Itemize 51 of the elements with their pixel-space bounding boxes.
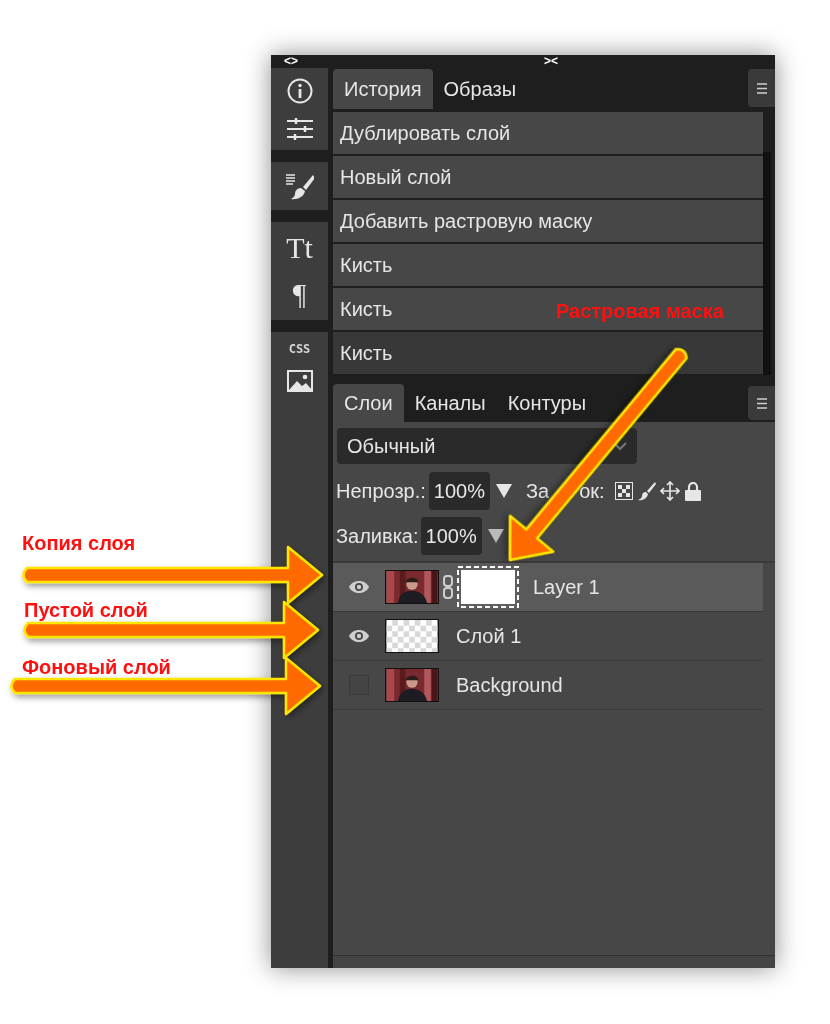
- image-icon[interactable]: [286, 370, 313, 392]
- link-icon[interactable]: [443, 575, 453, 599]
- layer-name: Слой 1: [456, 624, 522, 649]
- mask-thumbnail[interactable]: [457, 566, 519, 608]
- history-item[interactable]: Дублировать слой: [333, 112, 763, 154]
- collapse-toggle[interactable]: ><: [544, 55, 564, 67]
- info-icon[interactable]: [286, 78, 313, 104]
- tool-button[interactable]: ¶: [292, 278, 307, 310]
- annotation-label: Пустой слой: [24, 598, 148, 622]
- history-item[interactable]: Кисть: [333, 332, 763, 374]
- lock-label: За: [526, 479, 550, 504]
- collapse-toggle[interactable]: <>: [284, 55, 304, 67]
- layer-name: Layer 1: [533, 575, 600, 600]
- dropdown-triangle-icon[interactable]: [496, 484, 512, 498]
- annotation-label: Копия слоя: [22, 531, 136, 555]
- panel-tab[interactable]: Контуры: [496, 384, 598, 422]
- menu-icon: [756, 397, 767, 409]
- brush-icon[interactable]: [285, 172, 314, 200]
- annotation-label: Растровая маска: [556, 299, 724, 323]
- opacity-label: Непрозр.:: [336, 479, 426, 504]
- tool-button[interactable]: Tt: [286, 232, 313, 264]
- layer-row[interactable]: Layer 1: [333, 563, 763, 612]
- scrollbar-thumb[interactable]: [763, 152, 771, 375]
- lock-icon[interactable]: [684, 481, 701, 501]
- transparent-thumbnail: [385, 619, 439, 653]
- history-item[interactable]: Кисть: [333, 244, 763, 286]
- blend-mode-select[interactable]: Обычный: [337, 428, 637, 464]
- brush-icon[interactable]: [637, 481, 656, 501]
- lock-label: ок:: [579, 479, 605, 504]
- fill-label: Заливка:: [336, 524, 419, 549]
- eye-icon[interactable]: [348, 580, 370, 594]
- layer-name: Background: [456, 673, 563, 698]
- history-item[interactable]: Новый слой: [333, 156, 763, 198]
- panel-tab[interactable]: Образы: [432, 69, 528, 109]
- opacity-field[interactable]: 100%: [428, 472, 490, 510]
- panel-menu-button[interactable]: [748, 69, 775, 107]
- checkerboard-icon[interactable]: [614, 482, 633, 500]
- panel-menu-button[interactable]: [748, 386, 775, 420]
- panel-tab[interactable]: Каналы: [403, 384, 497, 422]
- history-item[interactable]: Добавить растровую маску: [333, 200, 763, 242]
- fill-field[interactable]: 100%: [420, 517, 482, 555]
- dropdown-triangle-icon[interactable]: [487, 529, 504, 543]
- annotation-label: Фоновый слой: [22, 655, 171, 679]
- panel-tab[interactable]: История: [333, 69, 433, 109]
- blend-mode-value: Обычный: [347, 434, 436, 459]
- panel-tab[interactable]: Слои: [333, 384, 404, 422]
- menu-icon: [756, 82, 767, 94]
- sliders-icon[interactable]: [286, 118, 313, 140]
- move-icon[interactable]: [659, 481, 680, 501]
- tool-button[interactable]: CSS: [288, 342, 311, 356]
- eye-icon[interactable]: [348, 629, 370, 643]
